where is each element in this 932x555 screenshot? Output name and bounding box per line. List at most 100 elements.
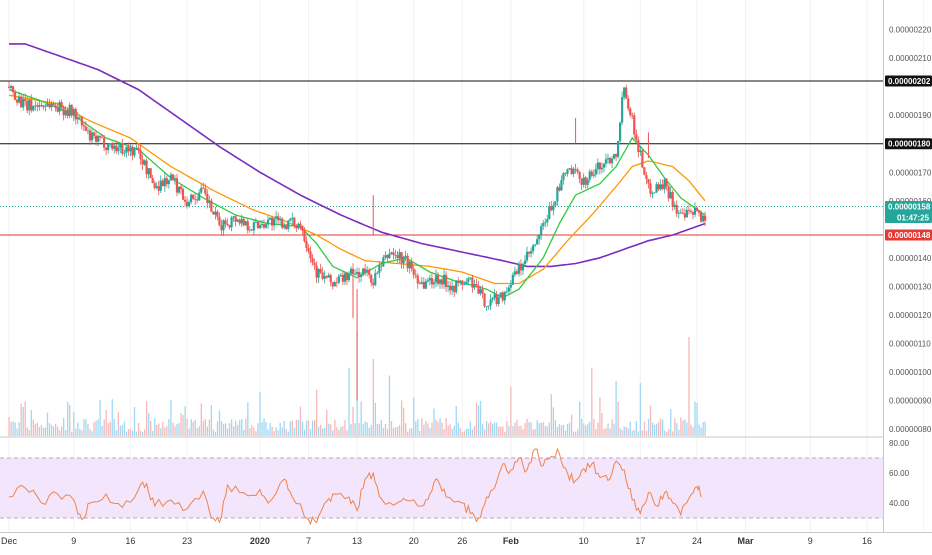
candle-body	[623, 87, 626, 98]
volume-bar	[56, 426, 59, 436]
volume-bar	[105, 410, 107, 436]
candle-body	[26, 100, 29, 111]
volume-bar	[342, 426, 344, 436]
candle-body	[353, 273, 357, 275]
candle-body	[368, 269, 371, 275]
volume-bar	[121, 424, 124, 436]
candle-body	[236, 219, 239, 222]
volume-bar	[10, 421, 12, 436]
volume-bar	[269, 422, 271, 436]
candle-body	[111, 143, 114, 149]
volume-bar	[392, 427, 395, 436]
volume-bar	[611, 419, 613, 436]
candle-body	[641, 150, 644, 168]
candle-body	[404, 255, 407, 257]
volume-bar	[607, 423, 609, 436]
volume-bar	[528, 421, 530, 436]
volume-bar	[599, 397, 601, 436]
volume-bar	[388, 375, 391, 436]
candle-body	[275, 216, 278, 219]
volume-bar	[178, 423, 180, 436]
candle-body	[701, 215, 705, 222]
candle-body	[475, 284, 478, 286]
volume-bar	[702, 422, 704, 436]
volume-bar	[293, 427, 296, 436]
volume-bar	[117, 411, 119, 436]
candle-body	[681, 212, 684, 214]
candle-body	[416, 275, 419, 284]
volume-bar	[111, 399, 113, 436]
volume-bar	[641, 430, 644, 436]
candle-body	[266, 219, 270, 225]
volume-bar	[313, 419, 316, 436]
candle-body	[501, 292, 504, 301]
candle-body	[323, 276, 326, 279]
volume-bar	[603, 429, 605, 436]
candle-body	[643, 167, 646, 175]
candle-body	[343, 273, 347, 282]
volume-bar	[24, 401, 26, 436]
volume-bar	[14, 422, 16, 436]
volume-bar	[160, 428, 162, 436]
volume-bar	[682, 420, 684, 436]
volume-bar	[629, 421, 631, 436]
volume-bar	[38, 427, 41, 436]
candle-body	[600, 167, 603, 170]
hline-tag-1: 0.00000180	[888, 140, 931, 149]
candle-body	[232, 216, 235, 218]
volume-bar	[255, 431, 257, 436]
candle-body	[347, 273, 351, 281]
candle-body	[137, 147, 140, 151]
volume-bar	[653, 424, 656, 436]
candle-body	[562, 173, 565, 180]
candle-body	[538, 235, 541, 240]
candle-body	[177, 186, 181, 193]
volume-bar	[326, 409, 328, 436]
volume-bar	[289, 421, 291, 436]
volume-bar	[522, 429, 524, 436]
volume-bar	[445, 418, 447, 436]
volume-bar	[572, 431, 575, 436]
volume-bar	[647, 418, 650, 436]
candle-body	[396, 255, 399, 259]
volume-bar	[441, 422, 443, 436]
candle-body	[173, 178, 177, 180]
volume-bar	[26, 427, 28, 436]
volume-bar	[664, 430, 666, 436]
volume-bar	[635, 421, 637, 436]
candle-body	[179, 186, 183, 190]
candle-body	[62, 107, 65, 116]
candle-body	[527, 251, 531, 254]
candle-body	[370, 274, 373, 283]
candle-body	[218, 216, 221, 226]
volume-bar	[425, 420, 427, 436]
candle-body	[422, 282, 425, 289]
candle-body	[507, 287, 510, 292]
volume-bar	[409, 428, 411, 436]
candle-body	[461, 280, 464, 285]
candle-body	[362, 268, 365, 275]
candle-body	[665, 179, 668, 187]
candle-body	[109, 143, 112, 145]
candle-body	[473, 284, 476, 288]
candle-body	[88, 130, 92, 141]
volume-bar	[107, 423, 109, 436]
volume-bar	[196, 428, 198, 436]
candle-body	[432, 282, 436, 285]
volume-bar	[398, 424, 401, 436]
candle-body	[272, 218, 276, 226]
candle-body	[70, 104, 73, 116]
volume-bar	[601, 412, 603, 436]
volume-bar	[164, 427, 166, 436]
candle-body	[185, 201, 189, 206]
candle-body	[442, 274, 446, 285]
candle-body	[424, 281, 427, 289]
candle-body	[98, 135, 102, 138]
candle-body	[685, 210, 688, 218]
candle-body	[72, 108, 75, 116]
candle-body	[311, 258, 314, 263]
volume-bar	[99, 400, 101, 436]
volume-bar	[639, 383, 642, 436]
candle-body	[113, 145, 116, 149]
volume-bar	[520, 425, 522, 436]
